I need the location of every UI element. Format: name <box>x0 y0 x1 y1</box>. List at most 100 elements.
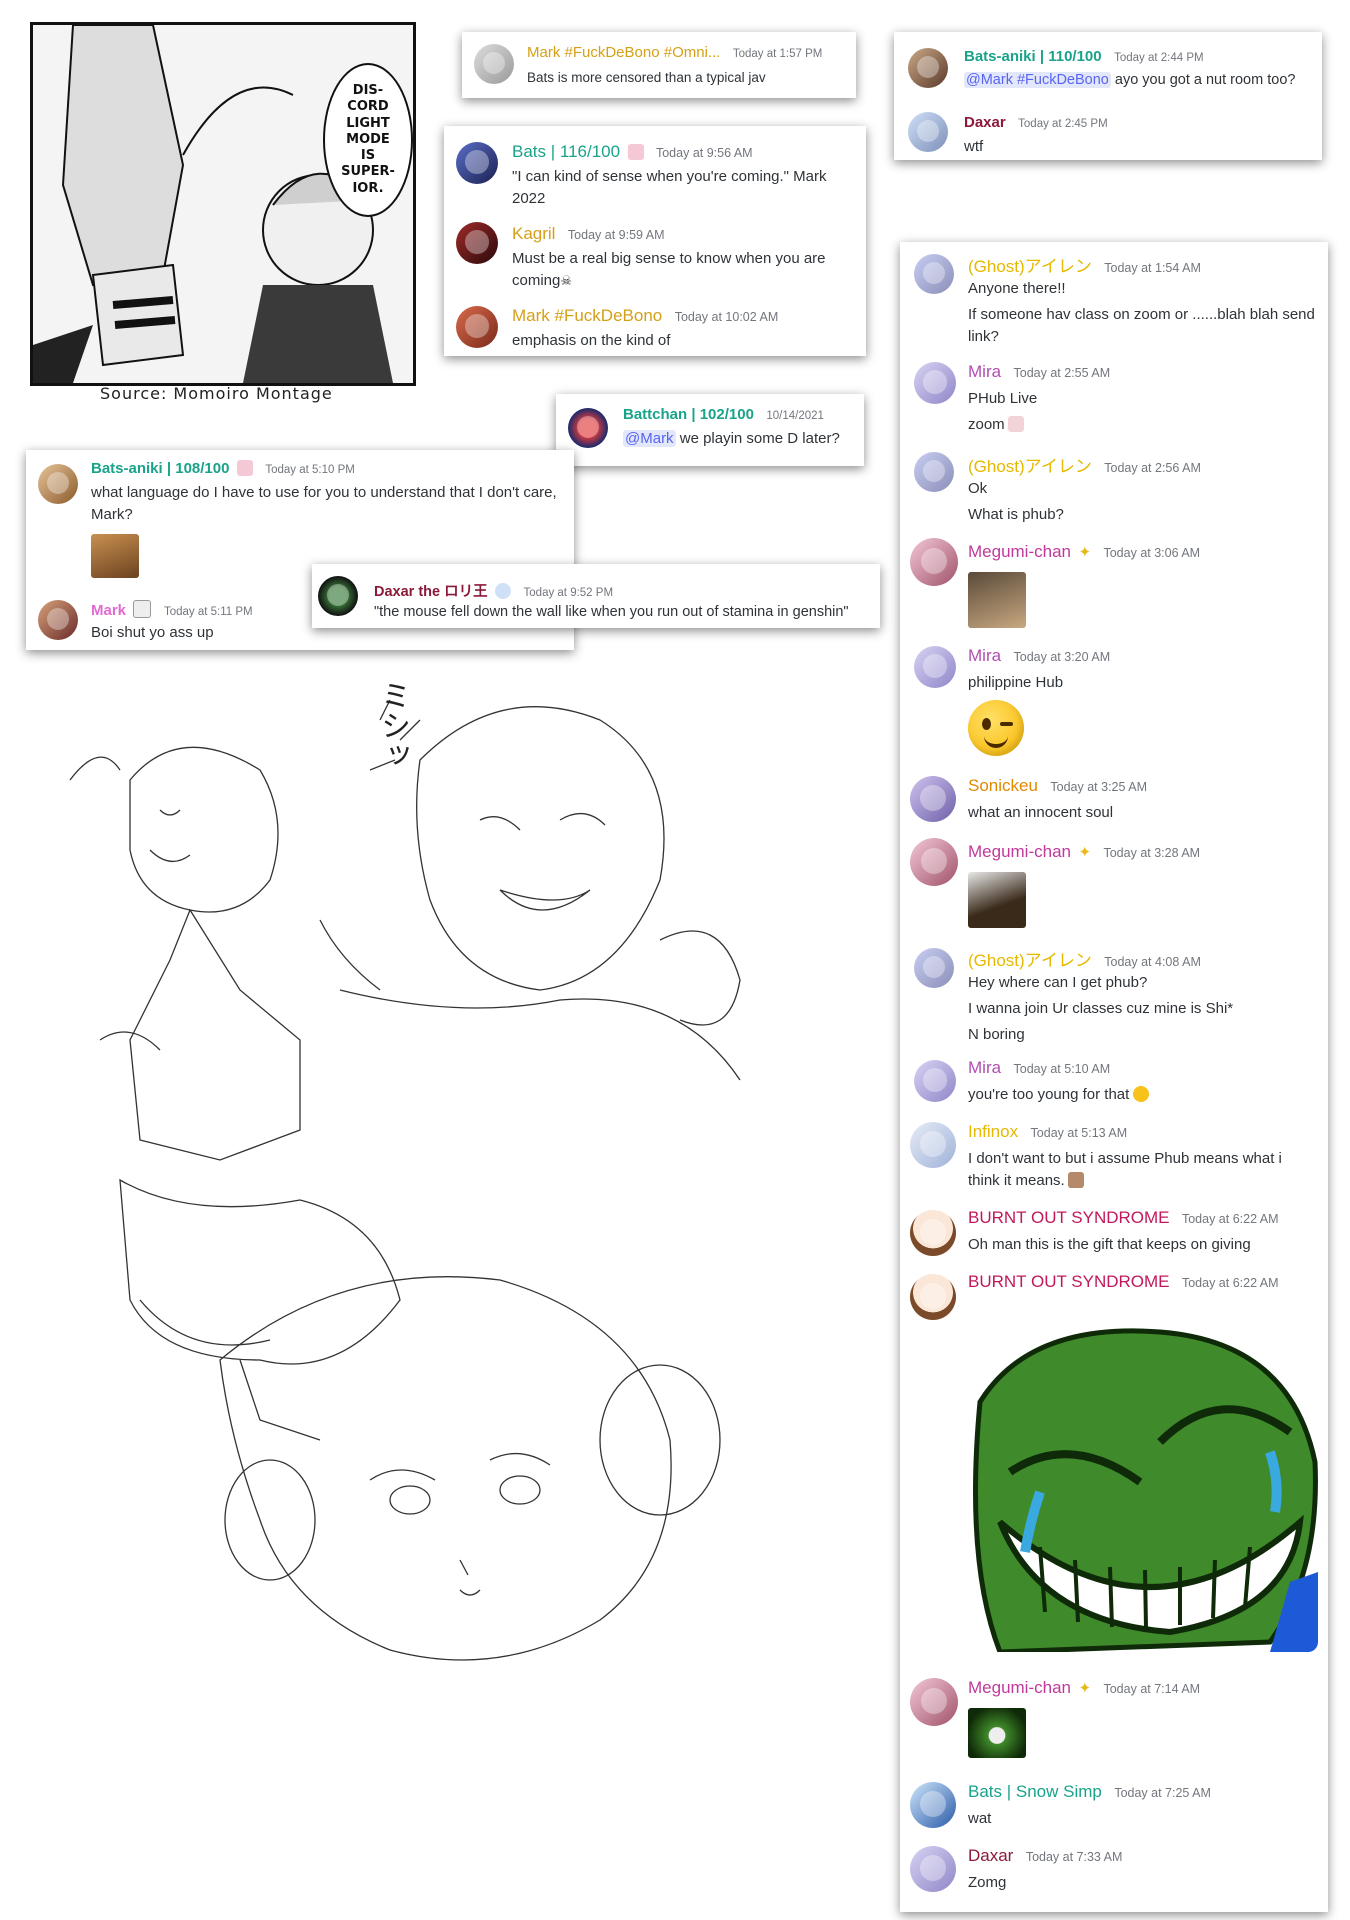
username[interactable]: BURNT OUT SYNDROME <box>968 1208 1170 1227</box>
sound-effect-text: ミシッ <box>375 680 410 770</box>
meme-image[interactable] <box>968 872 1026 928</box>
avatar[interactable] <box>38 464 78 504</box>
avatar[interactable] <box>910 1782 956 1828</box>
username[interactable]: BURNT OUT SYNDROME <box>968 1272 1170 1291</box>
frog-meme-drawing <box>970 1322 1318 1652</box>
message-line: "I can kind of sense when you're coming.… <box>512 168 827 185</box>
message-line: link? <box>968 327 999 345</box>
timestamp: Today at 6:22 AM <box>1181 1212 1279 1226</box>
avatar[interactable] <box>456 222 498 264</box>
username[interactable]: Bats | Snow Simp <box>968 1782 1102 1801</box>
avatar[interactable] <box>914 646 956 688</box>
username[interactable]: Mira <box>968 362 1001 381</box>
avatar[interactable] <box>910 838 958 886</box>
username[interactable]: Bats-aniki | 110/100 <box>964 48 1102 65</box>
message-line: think it means. <box>968 1171 1065 1189</box>
laughing-frog-image[interactable] <box>970 1322 1318 1652</box>
discord-card-f: Daxar the ロリ王 Today at 9:52 PM "the mous… <box>312 564 880 628</box>
username[interactable]: Megumi-chan <box>968 542 1071 561</box>
message-text: wat <box>968 1810 992 1827</box>
message-text: philippine Hub <box>968 674 1064 691</box>
username[interactable]: Infinox <box>968 1122 1018 1141</box>
username[interactable]: Mira <box>968 1058 1001 1077</box>
message-line: What is phub? <box>968 505 1064 523</box>
avatar[interactable] <box>38 600 78 640</box>
timestamp: Today at 6:22 AM <box>1181 1276 1279 1290</box>
character-sketches: ミシッ <box>40 660 880 1860</box>
timestamp: Today at 2:55 AM <box>1013 366 1111 380</box>
message-line: Mark? <box>91 505 133 523</box>
username[interactable]: Daxar <box>964 114 1006 131</box>
username[interactable]: Bats | 116/100 <box>512 142 620 161</box>
avatar[interactable] <box>910 1846 956 1892</box>
avatar[interactable] <box>914 362 956 404</box>
avatar[interactable] <box>910 1122 956 1168</box>
timestamp: Today at 5:11 PM <box>163 606 253 618</box>
avatar[interactable] <box>474 44 514 84</box>
username[interactable]: Megumi-chan <box>968 842 1071 861</box>
user-mention[interactable]: @Mark #FuckDeBono <box>964 72 1111 88</box>
message-text: Oh man this is the gift that keeps on gi… <box>968 1236 1251 1253</box>
frog-emoji-image[interactable] <box>968 1708 1026 1758</box>
avatar[interactable] <box>318 576 358 616</box>
message-line: If someone hav class on zoom or ......bl… <box>968 305 1315 323</box>
timestamp: Today at 7:33 AM <box>1025 1850 1123 1864</box>
username[interactable]: Sonickeu <box>968 776 1038 795</box>
message-line: PHub Live <box>968 390 1038 407</box>
username[interactable]: Mark <box>91 602 126 619</box>
message-text: Boi shut yo ass up <box>91 624 214 641</box>
dog-image[interactable] <box>91 534 139 578</box>
username[interactable]: (Ghost)アイレン <box>968 951 1092 970</box>
timestamp: Today at 3:25 AM <box>1050 780 1147 794</box>
avatar[interactable] <box>456 306 498 348</box>
timestamp: Today at 7:25 AM <box>1114 1786 1211 1800</box>
avatar[interactable] <box>914 948 954 988</box>
username[interactable]: Bats-aniki | 108/100 <box>91 460 229 477</box>
sparkle-icon: ✦ <box>1078 1680 1092 1697</box>
message-line: zoom <box>968 415 1005 433</box>
username[interactable]: Battchan | 102/100 <box>623 406 754 423</box>
avatar[interactable] <box>908 48 948 88</box>
timestamp: Today at 5:10 AM <box>1013 1062 1111 1076</box>
avatar[interactable] <box>914 452 954 492</box>
username[interactable]: Kagril <box>512 224 555 243</box>
username[interactable]: Mark #FuckDeBono #Omni... <box>527 44 720 61</box>
username[interactable]: Megumi-chan <box>968 1678 1071 1697</box>
avatar[interactable] <box>910 538 958 586</box>
avatar[interactable] <box>910 1678 958 1726</box>
message-text: Bats is more censored than a typical jav <box>527 70 766 85</box>
skull-emoji-icon: ☠ <box>560 272 573 288</box>
message-line: Must be a real big sense to know when yo… <box>512 250 826 267</box>
username[interactable]: Daxar <box>968 1846 1013 1865</box>
avatar[interactable] <box>910 776 956 822</box>
discord-card-b: Bats | 116/100 Today at 9:56 AM "I can k… <box>444 126 866 356</box>
custom-emoji-icon <box>1067 1171 1084 1188</box>
discord-card-c: Bats-aniki | 110/100 Today at 2:44 PM @M… <box>894 32 1322 160</box>
username[interactable]: Daxar the ロリ王 <box>374 584 488 600</box>
username[interactable]: Mira <box>968 646 1001 665</box>
user-mention[interactable]: @Mark <box>623 430 676 447</box>
avatar[interactable] <box>910 1210 956 1256</box>
avatar[interactable] <box>910 1274 956 1320</box>
avatar[interactable] <box>456 142 498 184</box>
message-line: what language do I have to use for you t… <box>91 484 557 501</box>
message-text: ayo you got a nut room too? <box>1110 72 1296 88</box>
custom-emoji-icon <box>133 600 152 618</box>
timestamp: Today at 5:13 AM <box>1030 1126 1128 1140</box>
avatar[interactable] <box>908 112 948 152</box>
username[interactable]: (Ghost)アイレン <box>968 457 1092 476</box>
message-text: you're too young for that <box>968 1086 1130 1103</box>
avatar[interactable] <box>914 1060 956 1102</box>
sparkle-icon: ✦ <box>1078 844 1092 861</box>
wink-emoji-icon <box>1133 1086 1150 1102</box>
message-text: what an innocent soul <box>968 804 1114 821</box>
timestamp: Today at 2:56 AM <box>1104 461 1201 475</box>
speech-bubble: DIS- CORD LIGHT MODE IS SUPER- IOR. <box>323 63 413 217</box>
anime-image[interactable] <box>968 572 1026 628</box>
username[interactable]: Mark #FuckDeBono <box>512 306 662 325</box>
username[interactable]: (Ghost)アイレン <box>968 257 1092 276</box>
avatar[interactable] <box>568 408 608 448</box>
message-text: wtf <box>964 138 984 155</box>
avatar[interactable] <box>914 254 954 294</box>
sketch-drawing <box>69 699 741 1661</box>
